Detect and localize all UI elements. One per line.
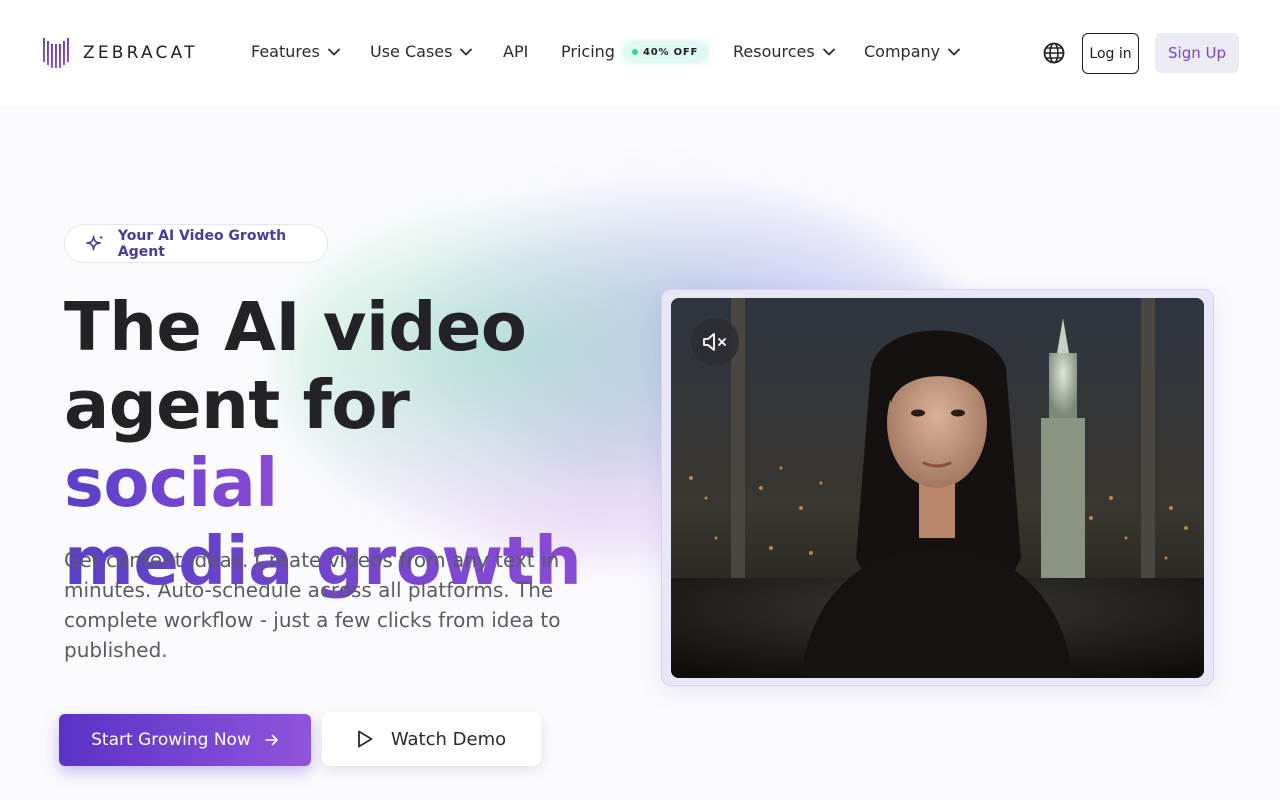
volume-muted-icon	[703, 333, 726, 351]
play-icon	[357, 730, 373, 748]
discount-badge-label: 40% OFF	[643, 46, 699, 58]
nav-pricing-label: Pricing	[561, 42, 615, 61]
watch-demo-label: Watch Demo	[390, 728, 507, 750]
zebracat-logo-icon	[43, 38, 69, 68]
login-button[interactable]: Log in	[1082, 33, 1139, 74]
chevron-down-icon	[822, 48, 835, 55]
nav-api[interactable]: API	[503, 42, 528, 61]
discount-badge[interactable]: 40% OFF	[624, 43, 708, 61]
start-growing-button[interactable]: Start Growing Now	[59, 714, 311, 766]
signup-button[interactable]: Sign Up	[1155, 33, 1239, 73]
chevron-down-icon	[460, 48, 473, 55]
hero-subtitle: Get content ideas. Create videos from an…	[64, 548, 561, 662]
nav-features-label: Features	[251, 42, 320, 61]
hero-badge: Your AI Video Growth Agent	[64, 224, 328, 263]
nav-resources[interactable]: Resources	[733, 42, 835, 61]
hero-badge-label: Your AI Video Growth Agent	[117, 227, 287, 260]
brand-name: ZEBRACAT	[83, 43, 198, 63]
brand-logo[interactable]: ZEBRACAT	[43, 38, 198, 68]
nav-use-cases[interactable]: Use Cases	[370, 42, 473, 61]
nav-features[interactable]: Features	[251, 42, 340, 61]
chevron-down-icon	[948, 48, 961, 55]
status-dot	[632, 49, 638, 55]
hero-video[interactable]	[671, 298, 1204, 678]
chevron-down-icon	[327, 48, 340, 55]
start-growing-label: Start Growing Now	[91, 730, 251, 750]
nav-company-label: Company	[864, 42, 941, 61]
globe-icon[interactable]	[1043, 42, 1065, 64]
video-frame-image	[671, 298, 1204, 678]
watch-demo-button[interactable]: Watch Demo	[322, 712, 541, 766]
top-navigation: ZEBRACAT Features Use Cases API Pricing …	[0, 0, 1280, 106]
headline-line-2: agent for	[64, 366, 410, 444]
nav-pricing[interactable]: Pricing	[561, 42, 615, 61]
nav-use-cases-label: Use Cases	[370, 42, 453, 61]
headline-accent-1: social	[64, 444, 278, 522]
nav-company[interactable]: Company	[864, 42, 961, 61]
nav-api-label: API	[503, 42, 529, 61]
arrow-right-icon	[265, 734, 278, 746]
nav-resources-label: Resources	[733, 42, 815, 61]
sparkle-icon	[86, 234, 104, 250]
mute-toggle-button[interactable]	[691, 318, 739, 366]
headline-line-1: The AI video	[64, 288, 527, 366]
